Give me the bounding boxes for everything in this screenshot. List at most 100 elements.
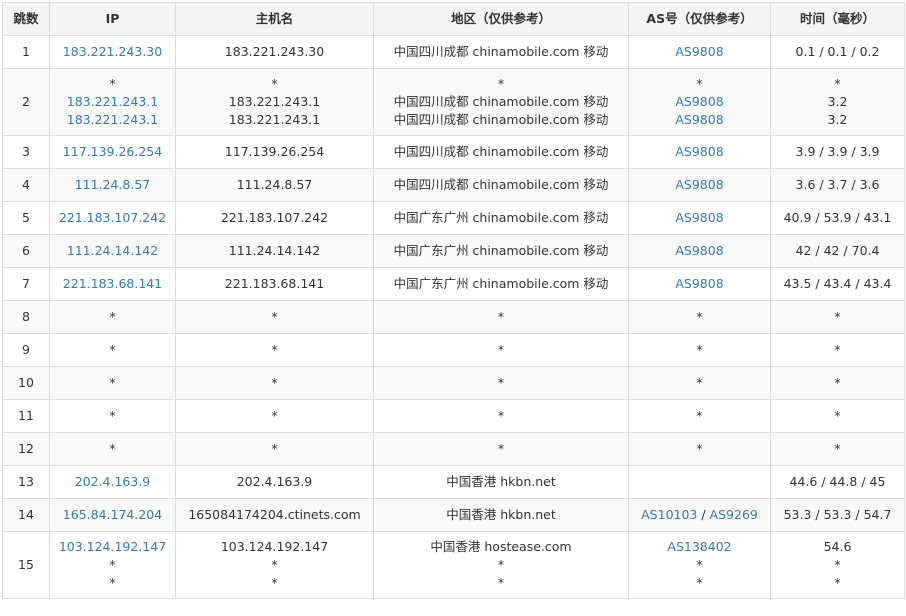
ip-link[interactable]: 165.84.174.204 bbox=[51, 506, 175, 524]
table-row: 10 * * * * * bbox=[2, 366, 905, 400]
asn-link[interactable]: AS138402 bbox=[667, 539, 731, 554]
ip-link[interactable]: 111.24.14.142 bbox=[51, 242, 175, 260]
ip-link[interactable]: 202.4.163.9 bbox=[51, 473, 175, 491]
region-text: 中国四川成都 chinamobile.com 移动 bbox=[393, 44, 609, 59]
asn-line: AS9808 bbox=[630, 111, 770, 129]
header-ip: IP bbox=[49, 2, 176, 36]
hostname-cell: 111.24.8.57 bbox=[175, 168, 374, 202]
asn-link[interactable]: AS10103 bbox=[641, 507, 697, 522]
table-row: 6 111.24.14.142 111.24.14.142 中国广东广州 chinam… bbox=[2, 234, 905, 268]
asn-text: * bbox=[696, 375, 703, 390]
time-cell: * bbox=[770, 333, 905, 367]
asn-link[interactable]: AS9808 bbox=[675, 94, 723, 109]
region-cell: * bbox=[373, 366, 629, 400]
time-text: * bbox=[834, 408, 841, 423]
hop-cell: 4 bbox=[2, 168, 50, 202]
ip-cell: 183.221.243.30 bbox=[49, 35, 176, 69]
region-cell: 中国广东广州 chinamobile.com 移动 bbox=[373, 267, 629, 301]
hop-cell: 9 bbox=[2, 333, 50, 367]
asn-cell bbox=[628, 465, 771, 499]
asn-text: * bbox=[696, 309, 703, 324]
region-cell: * bbox=[373, 300, 629, 334]
region-cell: * 中国四川成都 chinamobile.com 移动 中国四川成都 chinamo… bbox=[373, 68, 629, 136]
table-row: 11 * * * * * bbox=[2, 399, 905, 433]
ip-link[interactable]: 183.221.243.1 bbox=[51, 93, 175, 111]
hop-cell: 2 bbox=[2, 68, 50, 136]
hostname-text: * bbox=[271, 342, 278, 357]
asn-link[interactable]: AS9808 bbox=[675, 44, 723, 59]
asn-text: * bbox=[696, 575, 703, 590]
time-text: * bbox=[834, 375, 841, 390]
ip-link[interactable]: 183.221.243.1 bbox=[51, 111, 175, 129]
header-hostname: 主机名 bbox=[175, 2, 374, 36]
asn-cell: AS9808 bbox=[628, 201, 771, 235]
asn-link[interactable]: AS9808 bbox=[675, 112, 723, 127]
hostname-text: 117.139.26.254 bbox=[224, 144, 325, 159]
region-text: 中国四川成都 chinamobile.com 移动 bbox=[393, 144, 609, 159]
asn-cell: AS9808 bbox=[628, 267, 771, 301]
hostname-text: 183.221.243.1 bbox=[228, 94, 321, 109]
hostname-text: 202.4.163.9 bbox=[236, 474, 313, 489]
region-cell: 中国香港 hkbn.net bbox=[373, 465, 629, 499]
asn-cell: AS9808 bbox=[628, 35, 771, 69]
hostname-cell: * 183.221.243.1 183.221.243.1 bbox=[175, 68, 374, 136]
asn-line: AS9808 bbox=[630, 93, 770, 111]
hop-cell: 11 bbox=[2, 399, 50, 433]
asn-cell: * bbox=[628, 333, 771, 367]
table-row: 7 221.183.68.141 221.183.68.141 中国广东广州 chin… bbox=[2, 267, 905, 301]
table-row: 4 111.24.8.57 111.24.8.57 中国四川成都 chinamobil… bbox=[2, 168, 905, 202]
ip-link[interactable]: 117.139.26.254 bbox=[51, 143, 175, 161]
time-text: * bbox=[834, 575, 841, 590]
hop-cell: 14 bbox=[2, 498, 50, 532]
asn-link[interactable]: AS9808 bbox=[675, 276, 723, 291]
region-text: 中国广东广州 chinamobile.com 移动 bbox=[393, 276, 609, 291]
region-text: * bbox=[497, 342, 505, 357]
region-text: 中国四川成都 chinamobile.com 移动 bbox=[393, 94, 609, 109]
ip-link[interactable]: 221.183.107.242 bbox=[51, 209, 175, 227]
time-cell: 3.6 / 3.7 / 3.6 bbox=[770, 168, 905, 202]
ip-text: * bbox=[109, 575, 116, 590]
ip-link[interactable]: 221.183.68.141 bbox=[51, 275, 175, 293]
hostname-text: * bbox=[271, 575, 278, 590]
asn-line: AS9808 bbox=[630, 275, 770, 293]
hop-cell: 12 bbox=[2, 432, 50, 466]
region-text: 中国广东广州 chinamobile.com 移动 bbox=[393, 243, 609, 258]
asn-line: * bbox=[630, 308, 770, 326]
asn-cell: * bbox=[628, 399, 771, 433]
table-row: 3 117.139.26.254 117.139.26.254 中国四川成都 chin… bbox=[2, 135, 905, 169]
region-cell: 中国广东广州 chinamobile.com 移动 bbox=[373, 234, 629, 268]
region-text: * bbox=[497, 309, 505, 324]
header-asn: AS号（仅供参考） bbox=[628, 2, 771, 36]
hostname-text: 221.183.107.242 bbox=[220, 210, 329, 225]
hostname-text: 103.124.192.147 bbox=[220, 539, 329, 554]
ip-text: * bbox=[109, 76, 116, 91]
ip-link[interactable]: 103.124.192.147 bbox=[51, 538, 175, 556]
ip-link[interactable]: 183.221.243.30 bbox=[51, 43, 175, 61]
asn-link[interactable]: AS9269 bbox=[710, 507, 758, 522]
region-cell: * bbox=[373, 432, 629, 466]
hostname-cell: * bbox=[175, 366, 374, 400]
hop-cell: 5 bbox=[2, 201, 50, 235]
table-header: 跳数 IP 主机名 地区（仅供参考） AS号（仅供参考） 时间（毫秒） bbox=[2, 2, 905, 36]
time-cell: 43.5 / 43.4 / 43.4 bbox=[770, 267, 905, 301]
region-text: * bbox=[497, 557, 505, 572]
asn-cell: AS10103 / AS9269 bbox=[628, 498, 771, 532]
header-region: 地区（仅供参考） bbox=[373, 2, 629, 36]
asn-line: AS138402 bbox=[630, 538, 770, 556]
asn-link[interactable]: AS9808 bbox=[675, 144, 723, 159]
ip-link[interactable]: 111.24.8.57 bbox=[51, 176, 175, 194]
region-text: 中国广东广州 chinamobile.com 移动 bbox=[393, 210, 609, 225]
hostname-text: * bbox=[271, 309, 278, 324]
time-cell: 42 / 42 / 70.4 bbox=[770, 234, 905, 268]
region-cell: 中国四川成都 chinamobile.com 移动 bbox=[373, 35, 629, 69]
hostname-cell: 165084174204.ctinets.com bbox=[175, 498, 374, 532]
region-text: 中国四川成都 chinamobile.com 移动 bbox=[393, 177, 609, 192]
asn-link[interactable]: AS9808 bbox=[675, 243, 723, 258]
asn-link[interactable]: AS9808 bbox=[675, 210, 723, 225]
hostname-cell: 183.221.243.30 bbox=[175, 35, 374, 69]
hostname-cell: 111.24.14.142 bbox=[175, 234, 374, 268]
asn-link[interactable]: AS9808 bbox=[675, 177, 723, 192]
table-row: 14 165.84.174.204 165084174204.ctinets.com… bbox=[2, 498, 905, 532]
ip-cell: * bbox=[49, 366, 176, 400]
time-cell: * bbox=[770, 300, 905, 334]
